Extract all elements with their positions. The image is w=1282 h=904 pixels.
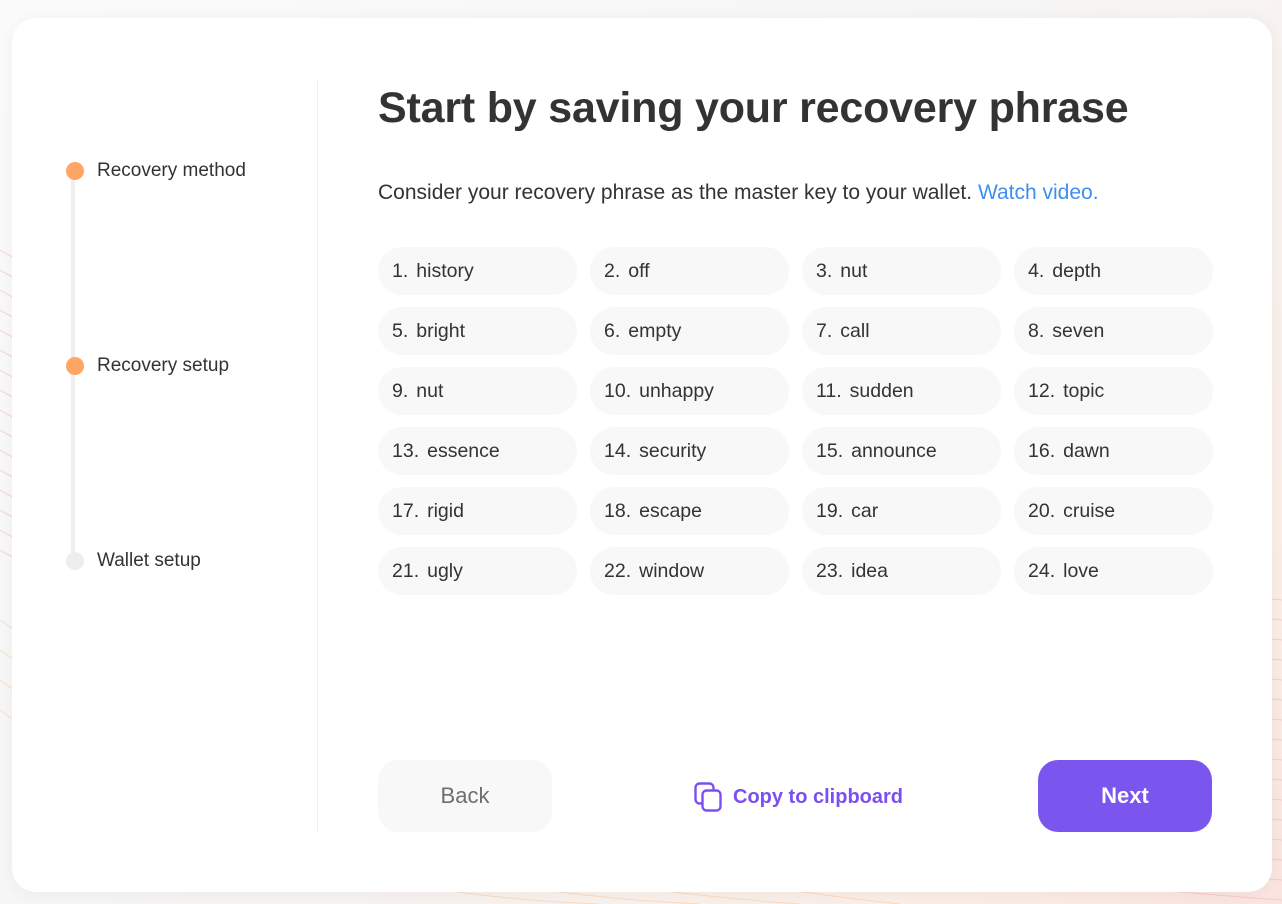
recovery-word: rigid <box>427 499 464 522</box>
recovery-word-number: 13. <box>392 439 420 462</box>
recovery-word: security <box>639 439 707 462</box>
recovery-word: nut <box>416 379 444 402</box>
recovery-word-number: 14. <box>604 439 632 462</box>
stepper: Recovery method Recovery setup Wallet se… <box>12 18 318 892</box>
recovery-word-item: 8. seven <box>1014 307 1213 355</box>
recovery-word-item: 4. depth <box>1014 247 1213 295</box>
page: Recovery method Recovery setup Wallet se… <box>0 0 1282 904</box>
recovery-word-number: 23. <box>816 559 844 582</box>
recovery-word-item: 12. topic <box>1014 367 1213 415</box>
recovery-word-number: 18. <box>604 499 632 522</box>
recovery-word-number: 16. <box>1028 439 1056 462</box>
copy-label: Copy to clipboard <box>733 785 903 808</box>
copy-to-clipboard-button[interactable]: Copy to clipboard <box>694 782 903 812</box>
recovery-word-number: 5. <box>392 319 409 342</box>
page-title: Start by saving your recovery phrase <box>378 84 1129 132</box>
recovery-word-number: 7. <box>816 319 833 342</box>
recovery-word-number: 11. <box>816 379 842 402</box>
step-dot-pending <box>66 552 84 570</box>
recovery-word-item: 1. history <box>378 247 577 295</box>
recovery-word-item: 2. off <box>590 247 789 295</box>
recovery-word: car <box>851 499 879 522</box>
recovery-word-item: 10. unhappy <box>590 367 789 415</box>
recovery-word-item: 17. rigid <box>378 487 577 535</box>
copy-icon <box>694 782 722 812</box>
recovery-word-number: 19. <box>816 499 844 522</box>
recovery-word-item: 6. empty <box>590 307 789 355</box>
recovery-word-item: 22. window <box>590 547 789 595</box>
recovery-word: bright <box>416 319 466 342</box>
recovery-word-item: 7. call <box>802 307 1001 355</box>
recovery-word: empty <box>628 319 682 342</box>
recovery-word-item: 11. sudden <box>802 367 1001 415</box>
recovery-word-number: 1. <box>392 259 409 282</box>
recovery-word-item: 13. essence <box>378 427 577 475</box>
recovery-word-item: 5. bright <box>378 307 577 355</box>
recovery-word-item: 19. car <box>802 487 1001 535</box>
recovery-word: cruise <box>1063 499 1116 522</box>
recovery-word-number: 24. <box>1028 559 1056 582</box>
back-button[interactable]: Back <box>378 760 552 832</box>
recovery-word-number: 2. <box>604 259 621 282</box>
recovery-word: dawn <box>1063 439 1110 462</box>
watch-video-link[interactable]: Watch video. <box>978 181 1099 204</box>
subtitle-text: Consider your recovery phrase as the mas… <box>378 181 973 204</box>
recovery-word: nut <box>840 259 868 282</box>
recovery-word-item: 23. idea <box>802 547 1001 595</box>
recovery-word-item: 20. cruise <box>1014 487 1213 535</box>
recovery-word: depth <box>1052 259 1102 282</box>
recovery-word: topic <box>1063 379 1105 402</box>
recovery-word: off <box>628 259 650 282</box>
recovery-word-number: 9. <box>392 379 409 402</box>
recovery-word: essence <box>427 439 500 462</box>
recovery-word-number: 15. <box>816 439 844 462</box>
recovery-word: unhappy <box>639 379 714 402</box>
recovery-word-number: 8. <box>1028 319 1045 342</box>
recovery-word-item: 24. love <box>1014 547 1213 595</box>
vertical-divider <box>317 80 318 832</box>
recovery-word: sudden <box>849 379 914 402</box>
recovery-word: history <box>416 259 474 282</box>
recovery-word-number: 3. <box>816 259 833 282</box>
subtitle: Consider your recovery phrase as the mas… <box>378 181 1099 205</box>
step-dot-active <box>66 357 84 375</box>
recovery-word-item: 3. nut <box>802 247 1001 295</box>
recovery-word-number: 12. <box>1028 379 1056 402</box>
recovery-word-number: 10. <box>604 379 632 402</box>
step-recovery-setup: Recovery setup <box>66 355 229 377</box>
recovery-word: seven <box>1052 319 1105 342</box>
recovery-word: escape <box>639 499 702 522</box>
recovery-word-number: 22. <box>604 559 632 582</box>
recovery-word-item: 15. announce <box>802 427 1001 475</box>
recovery-word: announce <box>851 439 937 462</box>
recovery-word-item: 18. escape <box>590 487 789 535</box>
step-wallet-setup: Wallet setup <box>66 550 201 572</box>
recovery-phrase-grid: 1. history 2. off 3. nut 4. depth 5. bright 6. empt… <box>378 247 1213 595</box>
step-label: Recovery method <box>97 160 246 181</box>
recovery-word: window <box>639 559 705 582</box>
recovery-word: ugly <box>427 559 463 582</box>
recovery-word-item: 21. ugly <box>378 547 577 595</box>
step-label: Wallet setup <box>97 550 201 571</box>
recovery-word-number: 21. <box>392 559 420 582</box>
recovery-word: call <box>840 319 870 342</box>
step-label: Recovery setup <box>97 355 230 376</box>
recovery-word-item: 9. nut <box>378 367 577 415</box>
step-recovery-method: Recovery method <box>66 160 246 182</box>
step-dot-complete <box>66 162 84 180</box>
recovery-word-number: 20. <box>1028 499 1056 522</box>
recovery-word-number: 17. <box>392 499 420 522</box>
recovery-word: love <box>1063 559 1099 582</box>
recovery-word-item: 16. dawn <box>1014 427 1213 475</box>
setup-card: Recovery method Recovery setup Wallet se… <box>12 18 1272 892</box>
next-button[interactable]: Next <box>1038 760 1212 832</box>
recovery-word-number: 6. <box>604 319 621 342</box>
recovery-word-number: 4. <box>1028 259 1045 282</box>
recovery-word: idea <box>851 559 888 582</box>
recovery-word-item: 14. security <box>590 427 789 475</box>
